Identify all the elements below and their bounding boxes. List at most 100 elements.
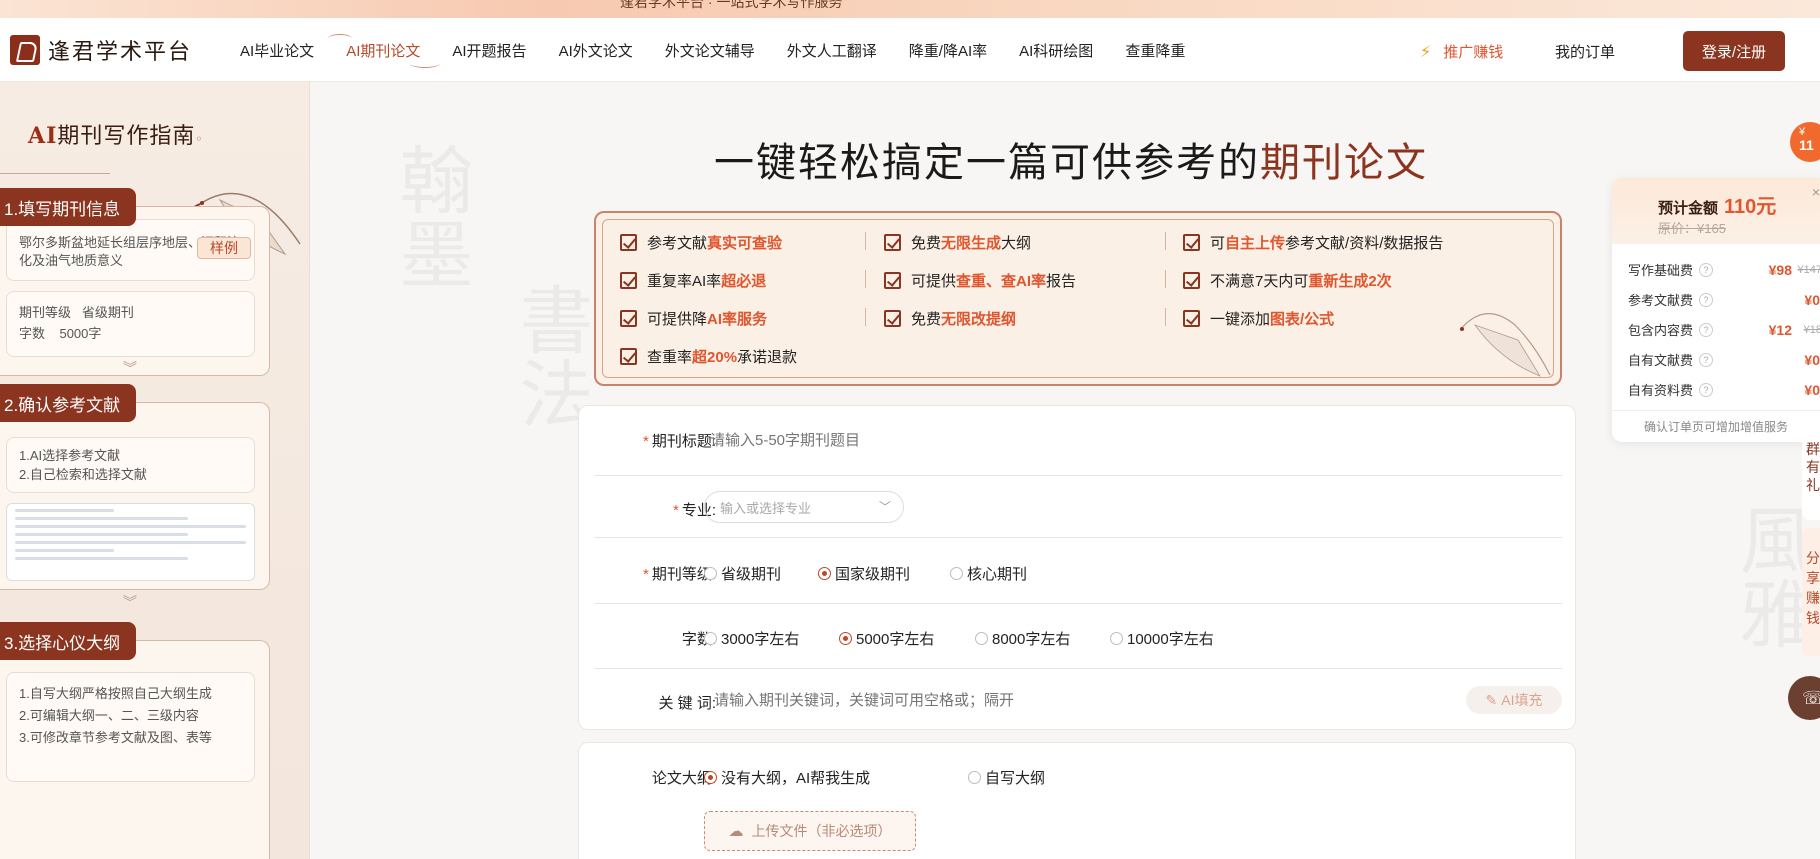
group-gift-widget[interactable]: 群有礼 [1802, 420, 1820, 520]
checkbox-icon [620, 272, 637, 289]
checkbox-icon [884, 310, 901, 327]
pen-icon: ✎ [1485, 691, 1498, 708]
journal-level-label: * 期刊等级: [642, 566, 716, 583]
level-option-national[interactable]: 国家级期刊 [818, 563, 910, 584]
feature-item: 免费 无限生成 大纲 [884, 232, 1031, 253]
chevron-down-icon: ︾ [123, 594, 137, 610]
sample-badge[interactable]: 样例 [197, 237, 251, 259]
radio-icon [950, 567, 963, 580]
checkbox-icon [884, 234, 901, 251]
step-1-details: 期刊等级 省级期刊 字数 5000字 [6, 291, 255, 357]
feature-item: 重复率AI率 超必退 [620, 270, 766, 291]
help-icon[interactable]: ? [1699, 322, 1714, 337]
keywords-label: 关 键 词: [658, 695, 716, 712]
promote-label: 推广赚钱 [1443, 44, 1504, 61]
outline-option-ai[interactable]: 没有大纲，AI帮我生成 [704, 767, 870, 788]
price-estimate-panel: 预计金额 110元 原价：¥165 × 写作基础费? ¥98 ¥147 参考文献费?… [1612, 178, 1820, 442]
promo-text: 逢君学术平台 · 一站式学术写作服务 [620, 0, 843, 10]
brand-name: 逢君学术平台 [48, 40, 193, 65]
fee-row: 写作基础费? ¥98 ¥147 [1628, 261, 1820, 279]
major-label: * 专业: [672, 502, 716, 519]
words-option-5000[interactable]: 5000字左右 [839, 628, 934, 649]
radio-selected-icon [818, 567, 831, 580]
share-earn-widget[interactable]: 分享赚钱 [1802, 528, 1820, 656]
feature-item: 可自主上传 参考文献/资料/数据报告 [1183, 232, 1443, 253]
nav-item-ai-journal[interactable]: AI期刊论文 [328, 33, 441, 68]
feature-item: 查重率 超20% 承诺退款 [620, 346, 797, 367]
crane-decoration-icon [1459, 313, 1551, 377]
help-icon[interactable]: ? [1699, 262, 1714, 277]
nav-item-ai-proposal[interactable]: AI开题报告 [452, 40, 526, 61]
fee-row: 参考文献费? ¥0 [1628, 291, 1820, 309]
journal-title-input[interactable] [710, 421, 1530, 459]
chevron-down-icon: ︾ [123, 360, 137, 376]
radio-selected-icon [704, 771, 717, 784]
words-option-8000[interactable]: 8000字左右 [975, 628, 1070, 649]
feature-item: 参考文献 真实可查验 [620, 232, 782, 253]
checkbox-icon [620, 234, 637, 251]
promo-strip: 逢君学术平台 · 一站式学术写作服务 [0, 0, 1820, 18]
keywords-input[interactable] [714, 682, 1454, 718]
radio-icon [1110, 632, 1123, 645]
radio-icon [975, 632, 988, 645]
checkbox-icon [1183, 310, 1200, 327]
feature-item: 可提供 查重、查AI率 报告 [884, 270, 1076, 291]
upload-file-button[interactable]: ☁ 上传文件（非必选项） [704, 811, 916, 851]
checkbox-icon [1183, 272, 1200, 289]
top-header: 逢君学术平台 AI毕业论文 AI期刊论文 AI开题报告 AI外文论文 外文论文辅… [0, 18, 1820, 82]
radio-icon [968, 771, 981, 784]
my-orders-link[interactable]: 我的订单 [1555, 41, 1615, 62]
lightning-icon: ⚡ [1420, 43, 1432, 61]
major-select[interactable]: 输入或选择专业 ﹀ [704, 491, 904, 523]
outline-option-custom[interactable]: 自写大纲 [968, 767, 1045, 788]
brand-logo[interactable]: 逢君学术平台 [10, 34, 192, 66]
words-option-3000[interactable]: 3000字左右 [704, 628, 799, 649]
chevron-down-icon: ﹀ [878, 500, 891, 514]
feature-item: 免费 无限改提纲 [884, 308, 1016, 329]
step-3-details: 1.自写大纲严格按照自己大纲生成 2.可编辑大纲一、二、三级内容 3.可修改章节… [6, 672, 255, 782]
checkbox-icon [620, 310, 637, 327]
sidebar-title: AI期刊写作指南◦ [28, 123, 204, 149]
login-register-button[interactable]: 登录/注册 [1683, 31, 1785, 71]
title-decoration [0, 160, 110, 174]
step-2-details: 1.AI选择参考文献 2.自己检索和选择文献 [6, 437, 255, 493]
nav-item-ai-thesis[interactable]: AI毕业论文 [240, 40, 314, 61]
main-nav: AI毕业论文 AI期刊论文 AI开题报告 AI外文论文 外文论文辅导 外文人工翻… [240, 18, 1217, 82]
radio-icon [704, 567, 717, 580]
checkbox-icon [884, 272, 901, 289]
nav-item-human-translation[interactable]: 外文人工翻译 [787, 40, 877, 61]
fee-row: 包含内容费? ¥12 ¥18 [1628, 321, 1820, 339]
help-icon[interactable]: ? [1699, 382, 1714, 397]
hero-title: 一键轻松搞定一篇可供参考的期刊论文 [714, 140, 1428, 186]
level-option-provincial[interactable]: 省级期刊 [704, 563, 781, 584]
word-count-label: 字数: [681, 631, 716, 648]
feature-item: 不满意7天内可 重新生成2次 [1183, 270, 1392, 291]
nav-item-ai-drawing[interactable]: AI科研绘图 [1019, 40, 1093, 61]
price-amount: 110元 [1724, 196, 1777, 218]
nav-item-ai-foreign-paper[interactable]: AI外文论文 [559, 40, 633, 61]
checkbox-icon [1183, 234, 1200, 251]
words-option-10000[interactable]: 10000字左右 [1110, 628, 1214, 649]
feature-item: 可提供降 AI率服务 [620, 308, 767, 329]
brand-logo-icon [10, 35, 40, 65]
help-icon[interactable]: ? [1699, 352, 1714, 367]
radio-icon [704, 632, 717, 645]
price-title: 预计金额 110元 [1658, 196, 1777, 218]
checkbox-icon [620, 348, 637, 365]
nav-item-plagiarism-check[interactable]: 查重降重 [1125, 40, 1185, 61]
price-footer: 确认订单页可增加增值服务 [1612, 410, 1820, 442]
ai-fill-button[interactable]: ✎ AI填充 [1466, 686, 1562, 714]
level-option-core[interactable]: 核心期刊 [950, 563, 1027, 584]
help-icon[interactable]: ? [1699, 292, 1714, 307]
price-original: 原价：¥165 [1658, 221, 1726, 236]
step-3-label: 3.选择心仪大纲 [0, 622, 137, 660]
outline-label: 论文大纲: [651, 770, 716, 787]
nav-item-foreign-tutoring[interactable]: 外文论文辅导 [665, 40, 755, 61]
step-1-label: 1.填写期刊信息 [0, 188, 137, 226]
upload-cloud-icon: ☁ [728, 823, 744, 840]
nav-item-reduce-ai[interactable]: 降重/降AI率 [909, 40, 987, 61]
promote-link[interactable]: ⚡ 推广赚钱 [1420, 41, 1503, 62]
reference-screenshot-thumbnail [6, 503, 255, 581]
close-icon[interactable]: × [1812, 184, 1820, 200]
step-2-label: 2.确认参考文献 [0, 384, 137, 422]
